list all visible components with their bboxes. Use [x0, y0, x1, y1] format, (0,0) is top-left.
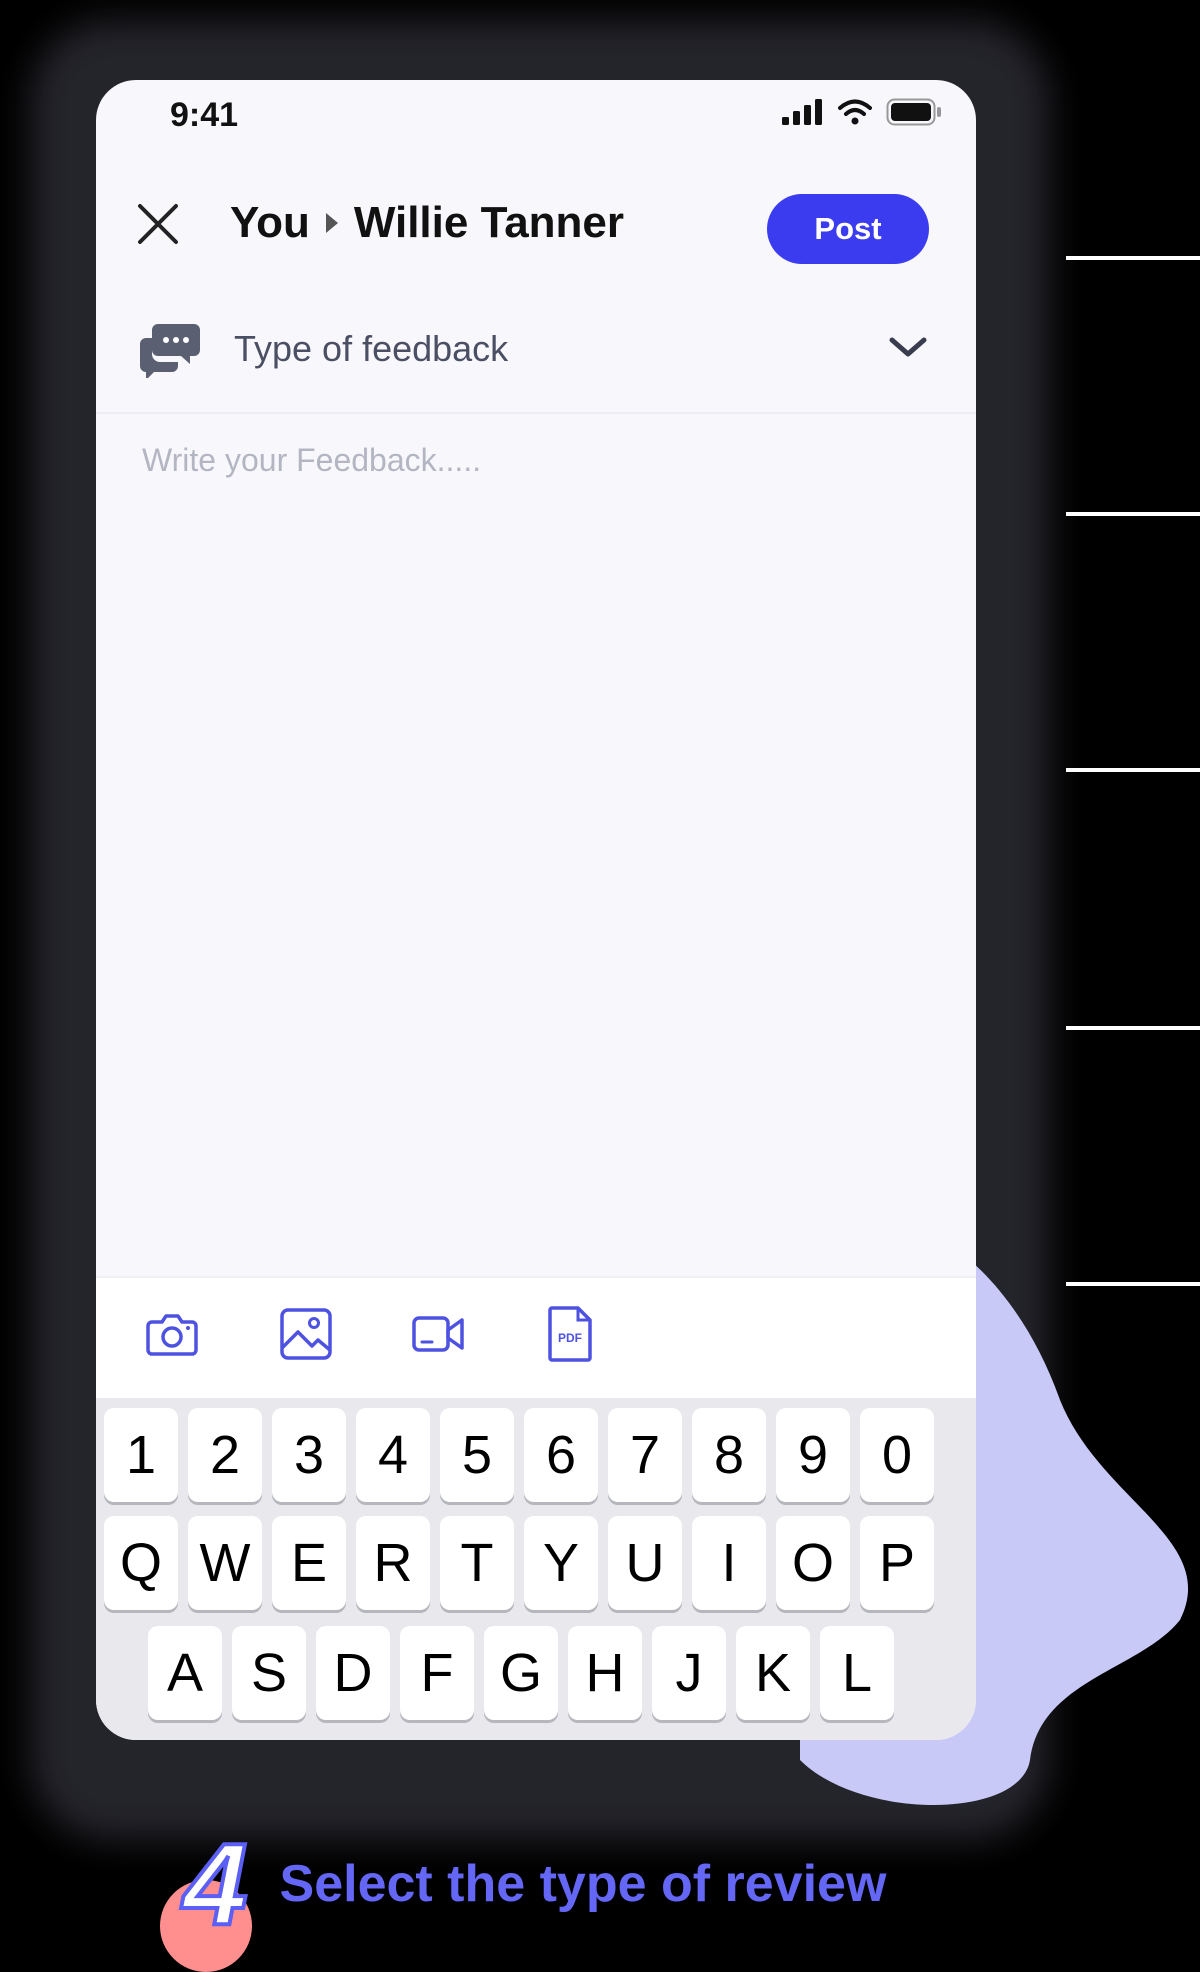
key[interactable]: H	[568, 1626, 642, 1720]
key[interactable]: I	[692, 1516, 766, 1610]
feedback-chat-icon	[140, 324, 200, 378]
key[interactable]: R	[356, 1516, 430, 1610]
key[interactable]: L	[820, 1626, 894, 1720]
key[interactable]: 9	[776, 1408, 850, 1502]
decor-line	[1066, 512, 1200, 516]
feedback-type-label: Type of feedback	[234, 328, 509, 369]
key[interactable]: O	[776, 1516, 850, 1610]
keyboard: 1 2 3 4 5 6 7 8 9 0 Q W E R T Y U I O P …	[96, 1398, 976, 1740]
key[interactable]: 5	[440, 1408, 514, 1502]
key[interactable]: S	[232, 1626, 306, 1720]
decor-line	[1066, 768, 1200, 772]
wifi-icon	[838, 99, 872, 125]
status-time: 9:41	[170, 96, 239, 134]
key[interactable]: Y	[524, 1516, 598, 1610]
key[interactable]: J	[652, 1626, 726, 1720]
video-icon[interactable]	[410, 1306, 466, 1362]
key[interactable]: 4	[356, 1408, 430, 1502]
key[interactable]: A	[148, 1626, 222, 1720]
key[interactable]: G	[484, 1626, 558, 1720]
svg-text:PDF: PDF	[558, 1331, 582, 1345]
key[interactable]: P	[860, 1516, 934, 1610]
key[interactable]: 3	[272, 1408, 346, 1502]
chevron-down-icon[interactable]	[888, 334, 928, 360]
keyboard-row-asdf: A S D F G H J K L	[148, 1626, 894, 1720]
page-title: You Willie Tanner	[230, 198, 624, 248]
key[interactable]: U	[608, 1516, 682, 1610]
key[interactable]: 2	[188, 1408, 262, 1502]
key[interactable]: 7	[608, 1408, 682, 1502]
decor-line	[1066, 256, 1200, 260]
recipient-name: Willie Tanner	[353, 198, 625, 247]
feedback-textarea[interactable]	[140, 440, 936, 1344]
signal-icon	[782, 99, 822, 125]
caption-text: Select the type of review	[279, 1855, 887, 1913]
key[interactable]: W	[188, 1516, 262, 1610]
keyboard-row-numbers: 1 2 3 4 5 6 7 8 9 0	[104, 1408, 934, 1502]
caret-right-icon	[325, 213, 338, 233]
keyboard-row-qwerty: Q W E R T Y U I O P	[104, 1516, 934, 1610]
decor-line	[1066, 1026, 1200, 1030]
step-number: 4	[181, 1819, 249, 1949]
key[interactable]: T	[440, 1516, 514, 1610]
feedback-type-select[interactable]: Type of feedback	[96, 320, 976, 414]
key[interactable]: K	[736, 1626, 810, 1720]
phone-screen: 9:41 You Willie Tanner Post Type of feed…	[96, 80, 976, 1740]
key[interactable]: F	[400, 1626, 474, 1720]
key[interactable]: 1	[104, 1408, 178, 1502]
attachment-bar: PDF	[96, 1276, 976, 1400]
battery-icon	[886, 98, 941, 126]
from-label: You	[230, 198, 310, 247]
camera-icon[interactable]	[144, 1306, 200, 1362]
key[interactable]: D	[316, 1626, 390, 1720]
image-icon[interactable]	[278, 1306, 334, 1362]
key[interactable]: E	[272, 1516, 346, 1610]
pdf-icon[interactable]: PDF	[542, 1306, 598, 1362]
close-icon[interactable]	[136, 202, 180, 246]
key[interactable]: 6	[524, 1408, 598, 1502]
key[interactable]: 0	[860, 1408, 934, 1502]
status-icons	[782, 98, 942, 126]
post-button[interactable]: Post	[767, 194, 929, 264]
key[interactable]: 8	[692, 1408, 766, 1502]
key[interactable]: Q	[104, 1516, 178, 1610]
caption: 4 Select the type of review	[181, 1819, 887, 1949]
